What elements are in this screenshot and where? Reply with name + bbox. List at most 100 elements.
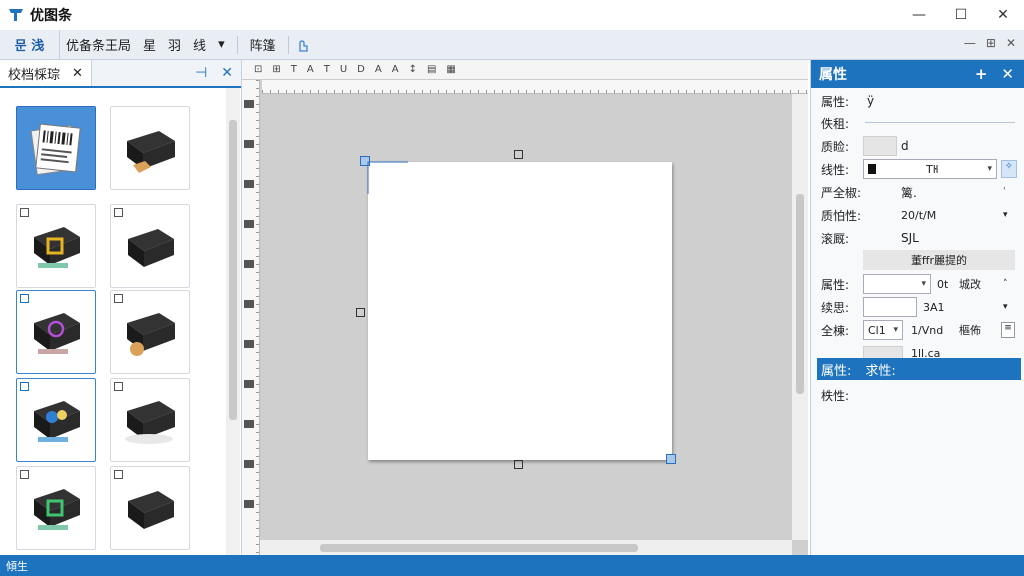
color-swatch-field[interactable] bbox=[863, 136, 897, 156]
list-icon[interactable]: ≡ bbox=[1001, 322, 1015, 338]
template-thumb-item[interactable] bbox=[110, 466, 190, 550]
template-checkbox[interactable] bbox=[114, 470, 123, 479]
prop-label: 全棟: bbox=[821, 323, 850, 338]
section-header[interactable]: 属性: 求性: bbox=[817, 358, 1021, 380]
text-tool-icon[interactable]: T bbox=[291, 64, 297, 75]
panel-close-icon[interactable]: ✕ bbox=[1001, 65, 1014, 83]
align-right-icon[interactable]: A bbox=[392, 64, 399, 75]
template-thumb-item[interactable] bbox=[110, 290, 190, 374]
prop-row: 属性: ÿ bbox=[811, 90, 1024, 112]
prop-row: 柣性: bbox=[811, 384, 1024, 406]
resize-handle-left[interactable] bbox=[356, 308, 365, 317]
prop-label: 线性: bbox=[821, 162, 850, 177]
printer-purple-icon bbox=[34, 313, 80, 354]
printer-yellow-icon bbox=[34, 227, 80, 268]
label-page[interactable] bbox=[368, 162, 672, 460]
close-button[interactable]: ✕ bbox=[982, 0, 1024, 30]
template-checkbox[interactable] bbox=[20, 208, 29, 217]
resize-icon[interactable]: ↕ bbox=[409, 64, 417, 75]
prop-row: 严全椒: 篱. ˈ bbox=[811, 181, 1024, 203]
scroll-thumb[interactable] bbox=[320, 544, 638, 552]
canvas-horizontal-scrollbar[interactable] bbox=[260, 540, 792, 555]
menu-item-4[interactable]: 线 bbox=[187, 35, 212, 54]
resize-handle-bottom[interactable] bbox=[514, 460, 523, 469]
scroll-thumb[interactable] bbox=[229, 120, 237, 420]
template-checkbox[interactable] bbox=[114, 208, 123, 217]
add-icon[interactable]: + bbox=[975, 65, 988, 83]
scroll-thumb[interactable] bbox=[796, 194, 804, 394]
printer-box-icon bbox=[125, 401, 175, 444]
resize-handle-top[interactable] bbox=[514, 150, 523, 159]
select-tool-icon[interactable]: ⊡ bbox=[254, 64, 262, 75]
minimize-button[interactable]: — bbox=[898, 0, 940, 30]
template-checkbox[interactable] bbox=[20, 382, 29, 391]
template-thumb-barcode[interactable] bbox=[16, 106, 96, 190]
dropdown-arrow-icon[interactable]: ▾ bbox=[212, 37, 231, 52]
more-icon[interactable]: ˈ bbox=[1003, 187, 1005, 197]
template-scrollbar[interactable] bbox=[226, 88, 240, 555]
prop-value[interactable]: 20/t/M bbox=[901, 209, 936, 222]
touch-icon[interactable] bbox=[295, 37, 309, 53]
template-thumb-item[interactable] bbox=[16, 466, 96, 550]
chevron-down-icon[interactable]: ▾ bbox=[1003, 210, 1008, 220]
template-panel: 校档棌琮 ✕ ⊣ ✕ bbox=[0, 60, 242, 555]
menu-item-5[interactable]: 阵篷 bbox=[244, 35, 282, 54]
menu-separator bbox=[287, 35, 289, 54]
template-panel-header: 校档棌琮 ✕ ⊣ ✕ bbox=[0, 60, 241, 88]
template-thumb-item[interactable] bbox=[110, 378, 190, 462]
grid-tool-icon[interactable]: ⊞ bbox=[272, 64, 280, 75]
ribbon-minimize-icon[interactable]: — bbox=[964, 36, 976, 50]
template-thumb-item[interactable] bbox=[16, 290, 96, 374]
line-style-select[interactable]: Tŀl ▾ bbox=[863, 159, 997, 179]
font-tool-icon[interactable]: A bbox=[307, 64, 314, 75]
chevron-up-icon[interactable]: ˄ bbox=[1003, 279, 1008, 289]
prop-extra2[interactable]: 樞佈 bbox=[959, 322, 981, 338]
chevron-down-icon[interactable]: ▾ bbox=[1003, 302, 1008, 312]
prop-value: SJL bbox=[901, 231, 919, 245]
template-thumb-item[interactable] bbox=[16, 378, 96, 462]
app-logo-icon bbox=[9, 9, 23, 21]
prop-label: 柣性: bbox=[821, 388, 850, 403]
panel-close-icon[interactable]: ✕ bbox=[221, 65, 233, 81]
barcode-icon[interactable]: ▦ bbox=[446, 64, 455, 75]
menu-item-3[interactable]: 羽 bbox=[162, 35, 187, 54]
ribbon-layout-icon[interactable]: ⊞ bbox=[986, 36, 996, 50]
action-button[interactable]: 董ffr麗提的 bbox=[863, 250, 1015, 270]
properties-panel: 属性 + ✕ 属性: ÿ 佚租: 质睑: d 线性: Tŀl ▾ ✧ 严全椒: … bbox=[810, 60, 1024, 555]
maximize-button[interactable]: ☐ bbox=[940, 0, 982, 30]
canvas-vertical-scrollbar[interactable] bbox=[792, 94, 808, 540]
prop-select[interactable]: ▾ bbox=[863, 274, 931, 294]
shape-icon[interactable]: D bbox=[357, 64, 365, 75]
tab-close-icon[interactable]: ✕ bbox=[72, 66, 83, 81]
status-bar: 傾生 bbox=[0, 555, 1024, 576]
prop-input[interactable] bbox=[863, 297, 917, 317]
template-checkbox[interactable] bbox=[20, 294, 29, 303]
align-left-icon[interactable]: A bbox=[375, 64, 382, 75]
resize-handle-bottom-right[interactable] bbox=[666, 454, 676, 464]
ribbon-close-icon[interactable]: ✕ bbox=[1006, 36, 1016, 50]
horizontal-ruler bbox=[262, 80, 808, 94]
template-checkbox[interactable] bbox=[114, 382, 123, 391]
template-thumb-item[interactable] bbox=[110, 204, 190, 288]
template-thumb-box[interactable] bbox=[110, 106, 190, 190]
template-thumb-item[interactable] bbox=[16, 204, 96, 288]
tab-templates[interactable]: 校档棌琮 ✕ bbox=[0, 60, 92, 86]
status-text: 傾生 bbox=[6, 559, 28, 573]
line-color-swatch bbox=[868, 164, 876, 174]
prop-row: 质怕性: 20/t/M ▾ bbox=[811, 204, 1024, 226]
prop-value: ÿ bbox=[867, 94, 875, 108]
prop-extra: 城改 bbox=[959, 278, 981, 291]
template-checkbox[interactable] bbox=[20, 470, 29, 479]
printer-box-icon bbox=[127, 313, 175, 356]
template-checkbox[interactable] bbox=[114, 294, 123, 303]
menu-item-2[interactable]: 星 bbox=[137, 35, 162, 54]
prop-label: 严全椒: bbox=[821, 185, 862, 200]
file-menu-button[interactable]: 문 浅 bbox=[0, 29, 60, 60]
text-style-icon[interactable]: T bbox=[324, 64, 330, 75]
underline-icon[interactable]: U bbox=[340, 64, 347, 75]
apply-icon[interactable]: ✧ bbox=[1001, 160, 1017, 178]
image-icon[interactable]: ▤ bbox=[427, 64, 436, 75]
pin-icon[interactable]: ⊣ bbox=[195, 65, 207, 81]
prop-select[interactable]: Cl1 ▾ bbox=[863, 320, 903, 340]
menu-item-1[interactable]: 优备条王局 bbox=[60, 35, 137, 54]
